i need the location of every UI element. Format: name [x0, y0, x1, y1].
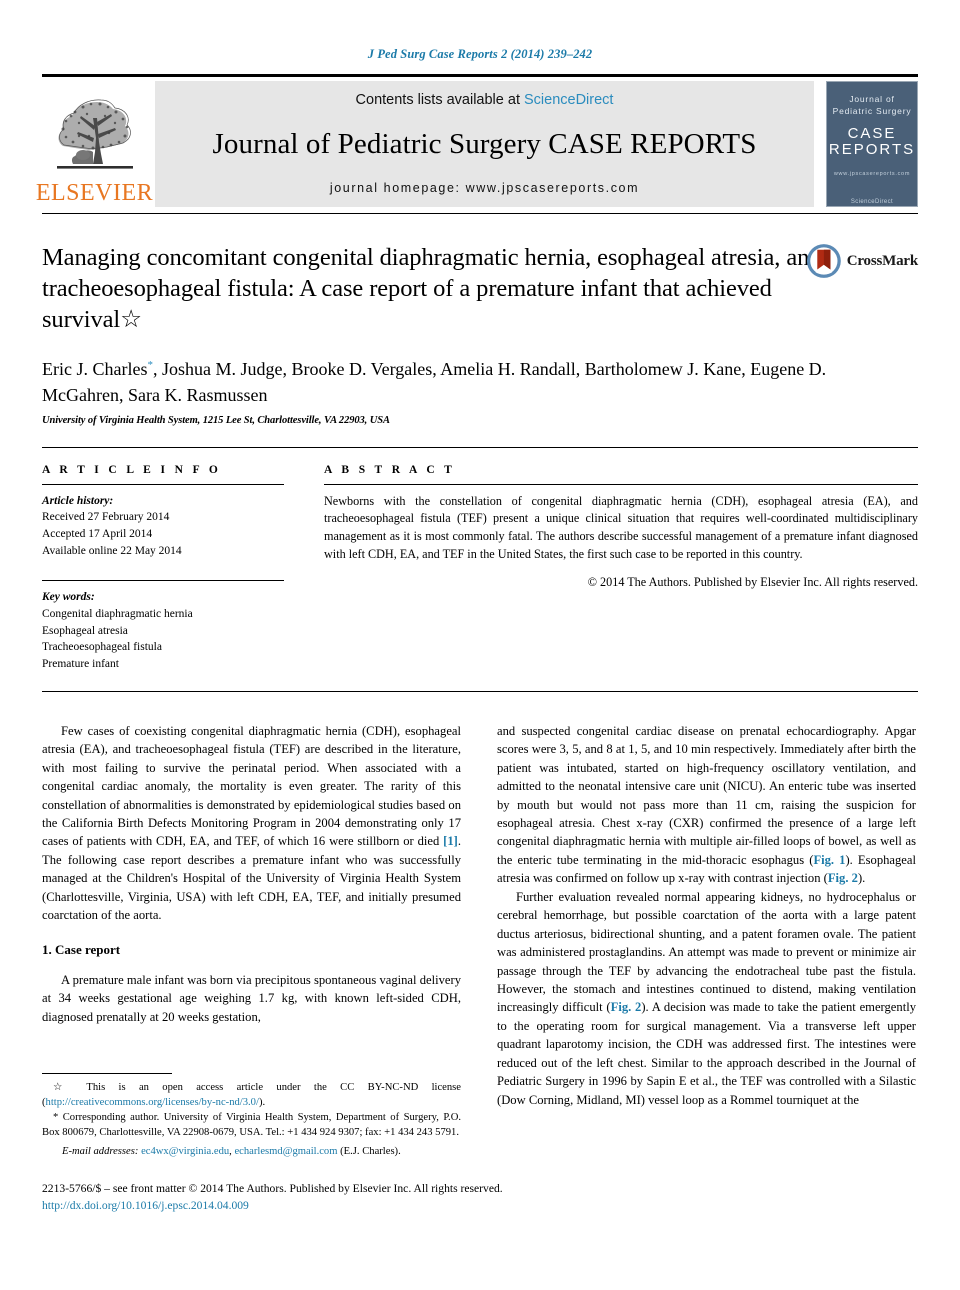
footnotes-block: ☆ This is an open access article under t…: [42, 1073, 461, 1159]
masthead-center-panel: Contents lists available at ScienceDirec…: [155, 81, 814, 207]
email-attribution: (E.J. Charles).: [337, 1146, 401, 1158]
elsevier-wordmark: ELSEVIER: [35, 180, 154, 206]
keyword-item: Congenital diaphragmatic hernia: [42, 608, 193, 621]
case-text-part3: ).: [857, 871, 866, 886]
running-head: J Ped Surg Case Reports 2 (2014) 239–242: [367, 47, 593, 61]
cover-sciencedirect-mark: ScienceDirect: [850, 199, 894, 206]
contents-available-line: Contents lists available at ScienceDirec…: [356, 92, 614, 108]
article-info-heading: A R T I C L E I N F O: [42, 463, 222, 476]
article-info-rule: [42, 483, 284, 485]
license-star-marker: ☆: [53, 1082, 74, 1093]
email-addresses-label: E-mail addresses:: [62, 1146, 139, 1158]
body-paragraph-case-2: Further evaluation revealed normal appea…: [497, 888, 916, 1109]
eval-text-part1: Further evaluation revealed normal appea…: [497, 889, 916, 1015]
keyword-item: Tracheoesophageal fistula: [42, 641, 162, 654]
abstract-rule: [324, 483, 918, 485]
elsevier-logo: ELSEVIER: [36, 81, 153, 207]
section-heading-case-report: 1. Case report: [42, 941, 121, 957]
crossmark-badge[interactable]: CrossMark: [806, 241, 918, 281]
issn-copyright-line: 2213-5766/$ – see front matter © 2014 Th…: [42, 1182, 503, 1195]
masthead-top-rule: [42, 74, 918, 77]
page-title: Managing concomitant congenital diaphrag…: [42, 244, 822, 333]
eval-text-part2: ). A decision was made to take the patie…: [497, 1000, 916, 1107]
license-text-b: ).: [258, 1097, 266, 1109]
article-info-column: A R T I C L E I N F O Article history: R…: [42, 464, 284, 673]
email-link-secondary[interactable]: echarlesmd@gmail.com: [234, 1146, 337, 1157]
citation-ref-1[interactable]: [1]: [443, 834, 458, 848]
intro-text-part1: Few cases of coexisting congenital diaph…: [42, 723, 461, 849]
corresponding-author-text: Corresponding author. University of Virg…: [42, 1112, 461, 1139]
keyword-item: Premature infant: [42, 658, 119, 671]
abstract-copyright: © 2014 The Authors. Published by Elsevie…: [587, 574, 918, 589]
abstract-heading: A B S T R A C T: [324, 463, 456, 476]
title-block: Managing concomitant congenital diaphrag…: [42, 214, 918, 426]
article-history-accepted: Accepted 17 April 2014: [42, 528, 153, 541]
elsevier-tree-icon: [56, 99, 133, 169]
footnote-corresponding-author: * Corresponding author. University of Vi…: [42, 1110, 461, 1140]
article-history-label: Article history:: [42, 494, 114, 507]
sciencedirect-link[interactable]: ScienceDirect: [524, 92, 613, 108]
journal-masthead: ELSEVIER Contents lists available at Sci…: [36, 81, 918, 207]
article-history-online: Available online 22 May 2014: [42, 544, 182, 557]
author-list: Eric J. Charles*, Joshua M. Judge, Brook…: [42, 356, 842, 408]
journal-homepage-line[interactable]: journal homepage: www.jpscasereports.com: [330, 181, 639, 195]
author-list-part2: , Joshua M. Judge, Brooke D. Vergales, A…: [42, 358, 827, 405]
case-text-part1: and suspected congenital cardiac disease…: [497, 723, 916, 867]
bottom-copyright-block: 2213-5766/$ – see front matter © 2014 Th…: [42, 1180, 742, 1215]
body-paragraph-case-1: A premature male infant was born via pre…: [42, 972, 461, 1024]
cover-case-text: CASE: [847, 125, 897, 142]
body-paragraph-case-1-cont: and suspected congenital cardiac disease…: [497, 722, 916, 888]
body-column-right: and suspected congenital cardiac disease…: [497, 722, 916, 1109]
article-page: J Ped Surg Case Reports 2 (2014) 239–242: [0, 0, 960, 1290]
crossmark-icon: [806, 244, 841, 278]
crossmark-label: CrossMark: [846, 252, 918, 269]
author-affiliation: University of Virginia Health System, 12…: [42, 414, 390, 426]
figure-ref-2[interactable]: Fig. 2: [828, 871, 858, 885]
abstract-text: Newborns with the constellation of conge…: [324, 493, 918, 561]
license-url-link[interactable]: http://creativecommons.org/licenses/by-n…: [46, 1097, 259, 1108]
journal-cover-thumbnail: Journal of Pediatric Surgery CASE REPORT…: [826, 81, 918, 207]
doi-link[interactable]: http://dx.doi.org/10.1016/j.epsc.2014.04…: [42, 1197, 742, 1214]
email-link-primary[interactable]: ec4wx@virginia.edu: [141, 1146, 229, 1157]
figure-ref-1[interactable]: Fig. 1: [813, 853, 845, 867]
keyword-item: Esophageal atresia: [42, 624, 128, 637]
info-section-bottom-rule: [42, 690, 918, 692]
cover-journal-line2: Pediatric Surgery: [832, 106, 912, 116]
footnote-license: ☆ This is an open access article under t…: [42, 1080, 461, 1110]
footnote-rule: [42, 1073, 172, 1074]
cover-journal-line1: Journal of: [849, 94, 895, 104]
keywords-label: Key words:: [42, 591, 95, 604]
keywords-rule: [42, 580, 284, 582]
body-column-left: Few cases of coexisting congenital diaph…: [42, 722, 461, 1109]
cover-reports-text: REPORTS: [828, 141, 916, 159]
body-columns: Few cases of coexisting congenital diaph…: [42, 722, 918, 1109]
article-history-received: Received 27 February 2014: [42, 511, 170, 524]
cover-url: www.jpscasereports.com: [833, 171, 911, 178]
author-list-part1: Eric J. Charles: [42, 358, 148, 379]
body-paragraph-intro: Few cases of coexisting congenital diaph…: [42, 722, 461, 925]
contents-prefix: Contents lists available at: [355, 92, 524, 108]
info-abstract-region: A R T I C L E I N F O Article history: R…: [42, 448, 918, 673]
abstract-column: A B S T R A C T Newborns with the conste…: [324, 464, 918, 673]
footnote-emails: E-mail addresses: ec4wx@virginia.edu, ec…: [42, 1144, 461, 1159]
figure-ref-2b[interactable]: Fig. 2: [611, 1000, 642, 1014]
journal-title: Journal of Pediatric Surgery CASE REPORT…: [212, 128, 757, 160]
